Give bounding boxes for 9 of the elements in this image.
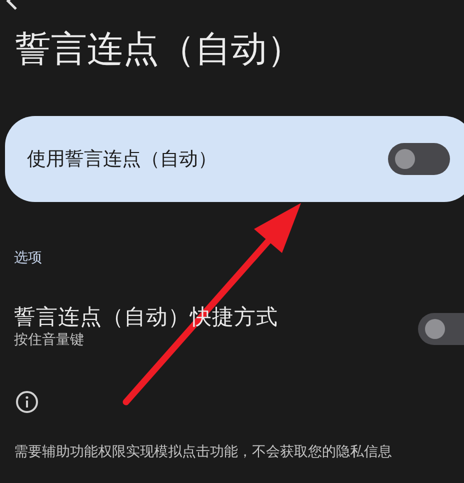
info-icon (15, 390, 39, 414)
page-title: 誓言连点（自动） (15, 28, 303, 72)
section-header: 选项 (13, 249, 43, 268)
main-switch-card[interactable]: 使用誓言连点（自动） (5, 116, 464, 202)
option-summary: 按住音量键 (14, 331, 85, 349)
toggle-switch[interactable] (418, 313, 464, 345)
toggle-switch[interactable] (388, 143, 450, 175)
footer-note: 需要辅助功能权限实现模拟点击功能，不会获取您的隐私信息 (13, 442, 393, 462)
switch-label: 使用誓言连点（自动） (27, 146, 217, 172)
